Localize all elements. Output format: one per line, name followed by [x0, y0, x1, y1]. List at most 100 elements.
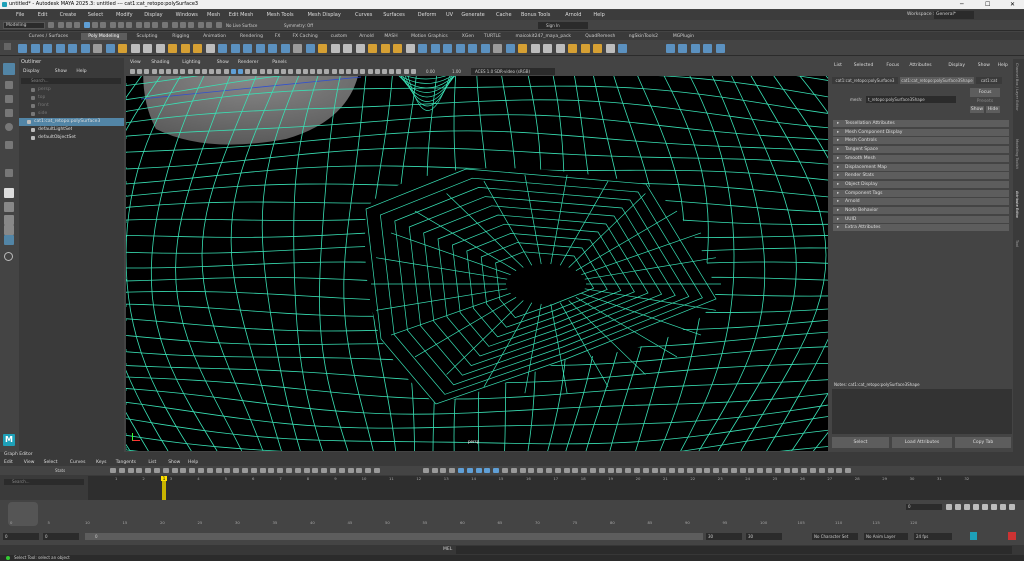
fps-dropdown[interactable]: 24 fps	[914, 533, 952, 540]
shelf-tool-icon-31[interactable]	[405, 44, 415, 53]
playback-icon-7[interactable]	[1009, 504, 1015, 510]
ae-section-component-tags[interactable]: Component Tags	[833, 189, 1009, 197]
shelf-tool-icon-25[interactable]	[330, 44, 340, 53]
ge-tool-icon-13[interactable]	[224, 468, 231, 473]
viewport-tool-icon-36[interactable]	[389, 69, 395, 74]
viewport-tool-icon-20[interactable]	[274, 69, 279, 74]
menu-cache[interactable]: Cache	[496, 11, 512, 19]
ge-tool-icon-40[interactable]	[502, 468, 508, 473]
status-tool-icon-4[interactable]	[84, 22, 90, 28]
viewport-tool-icon-32[interactable]	[360, 69, 366, 74]
soft-select-icon[interactable]	[5, 169, 13, 177]
status-tool-icon-9[interactable]	[126, 22, 132, 28]
status-tool-icon-11[interactable]	[144, 22, 150, 28]
shelf-tool-icon-12[interactable]	[168, 44, 177, 53]
shelf-tool-icon-9[interactable]	[130, 44, 140, 53]
shelf-tool-icon-36[interactable]	[468, 44, 477, 53]
viewport-tool-icon-21[interactable]	[281, 69, 287, 74]
menu-curves[interactable]: Curves	[355, 11, 372, 19]
ge-tool-icon-6[interactable]	[162, 468, 169, 473]
shelf-tool-icon-45[interactable]	[580, 44, 590, 53]
viewport-tool-icon-0[interactable]	[130, 69, 135, 74]
colorspace-dropdown[interactable]: ACES 1.0 SDR-video (sRGB)	[471, 68, 555, 75]
shelf-tool-icon-27[interactable]	[355, 44, 365, 53]
status-tool-icon-8[interactable]	[118, 22, 124, 28]
shelf-tool-icon-13[interactable]	[180, 44, 190, 53]
mesh-name-field[interactable]: t_retopo:polySurface3Shape	[866, 96, 956, 103]
menu-edit-mesh[interactable]: Edit Mesh	[229, 11, 253, 19]
viewport-tool-icon-33[interactable]	[367, 69, 373, 74]
ae-tab[interactable]: cat1:cat_retopo:polySurface3Shape	[900, 77, 974, 84]
ge-tool-icon-62[interactable]	[695, 468, 702, 473]
ge-menu-show[interactable]: Show	[168, 459, 180, 466]
shelf-tab-rigging[interactable]: Rigging	[167, 33, 195, 40]
ge-tool-icon-63[interactable]	[704, 468, 711, 473]
shelf-tab-animation[interactable]: Animation	[198, 33, 232, 40]
status-tool-icon-15[interactable]	[180, 22, 186, 28]
menu-generate[interactable]: Generate	[461, 11, 484, 19]
prefs-icon[interactable]	[1008, 532, 1016, 540]
shelf-tab-motion-graphics[interactable]: Motion Graphics	[403, 33, 456, 40]
shelf-tool-icon-38[interactable]	[493, 44, 502, 53]
status-tool-icon-19[interactable]	[216, 22, 222, 28]
shelf-tab-maicokit247-maya-pack[interactable]: maicokit247_maya_pack	[508, 33, 579, 40]
shelf-tab-mgplugin[interactable]: MGPlugin	[668, 33, 699, 40]
move-tool-icon[interactable]	[5, 109, 13, 117]
ge-tool-icon-23[interactable]	[312, 468, 319, 473]
ae-section-displacement-map[interactable]: Displacement Map	[833, 163, 1009, 171]
viewport-tool-icon-23[interactable]	[295, 69, 301, 74]
shelf-tab-rendering[interactable]: Rendering	[235, 33, 269, 40]
ge-tool-icon-66[interactable]	[730, 468, 737, 473]
ge-tool-icon-12[interactable]	[215, 468, 222, 473]
ae-menu-selected[interactable]: Selected	[854, 63, 874, 69]
maximize-icon[interactable]: ☐	[985, 0, 990, 9]
hide-button[interactable]: Hide	[986, 106, 1000, 113]
outliner-menu-display[interactable]: Display	[23, 68, 40, 75]
mel-label[interactable]: MEL	[443, 546, 452, 554]
end-frame-field[interactable]: 30	[746, 533, 782, 540]
ge-menu-edit[interactable]: Edit	[4, 459, 13, 466]
status-tool-icon-6[interactable]	[100, 22, 106, 28]
viewport-menu-renderer[interactable]: Renderer	[238, 59, 259, 67]
symmetry-label[interactable]: Symmetry: Off	[284, 22, 313, 29]
playback-end-field[interactable]: 30	[706, 533, 742, 540]
ge-tool-icon-73[interactable]	[792, 468, 799, 473]
shelf-tool-icon-32[interactable]	[418, 44, 427, 53]
ge-tool-icon-48[interactable]	[572, 468, 579, 473]
ae-menu-show[interactable]: Show	[978, 63, 990, 69]
ge-tool-icon-34[interactable]	[449, 468, 456, 473]
ge-tool-icon-14[interactable]	[233, 468, 240, 473]
menu-edit[interactable]: Edit	[38, 11, 48, 19]
ge-tool-icon-61[interactable]	[686, 468, 693, 473]
ge-tool-icon-78[interactable]	[836, 468, 843, 473]
viewport-tool-icon-14[interactable]	[230, 69, 236, 74]
menu-help[interactable]: Help	[593, 11, 604, 19]
ge-tool-icon-41[interactable]	[510, 468, 517, 473]
shelf-tool-icon-10[interactable]	[143, 44, 152, 53]
ge-tool-icon-11[interactable]	[206, 468, 213, 473]
shelf-tool-icon-20[interactable]	[268, 44, 277, 53]
ge-tool-icon-3[interactable]	[136, 468, 143, 473]
viewport-tool-icon-34[interactable]	[374, 69, 380, 74]
ae-menu-focus[interactable]: Focus	[886, 63, 899, 69]
ae-section-tangent-space[interactable]: Tangent Space	[833, 146, 1009, 154]
ae-section-object-display[interactable]: Object Display	[833, 180, 1009, 188]
viewport-tool-icon-10[interactable]	[202, 69, 207, 74]
viewport-tool-icon-2[interactable]	[144, 69, 150, 74]
mode-dropdown[interactable]: Modeling	[3, 22, 45, 29]
viewport-tool-icon-22[interactable]	[288, 69, 294, 74]
ge-tool-icon-54[interactable]	[625, 468, 632, 473]
viewport-tool-icon-15[interactable]	[238, 69, 243, 74]
ge-tool-icon-32[interactable]	[431, 468, 438, 473]
anim-layer-dropdown[interactable]: No Anim Layer	[864, 533, 908, 540]
ge-tool-icon-43[interactable]	[528, 468, 535, 473]
viewport-tool-icon-8[interactable]	[187, 69, 193, 74]
menu-modify[interactable]: Modify	[116, 11, 133, 19]
shelf-tool-icon-28[interactable]	[368, 44, 377, 53]
ae-menu-help[interactable]: Help	[998, 63, 1008, 69]
ge-tool-icon-19[interactable]	[277, 468, 284, 473]
ge-tool-icon-57[interactable]	[651, 468, 658, 473]
viewport-persp[interactable]: persp	[126, 59, 828, 451]
shelf-tab-fx-caching[interactable]: FX Caching	[287, 33, 324, 40]
load-attributes-button[interactable]: Load Attributes	[892, 437, 952, 448]
